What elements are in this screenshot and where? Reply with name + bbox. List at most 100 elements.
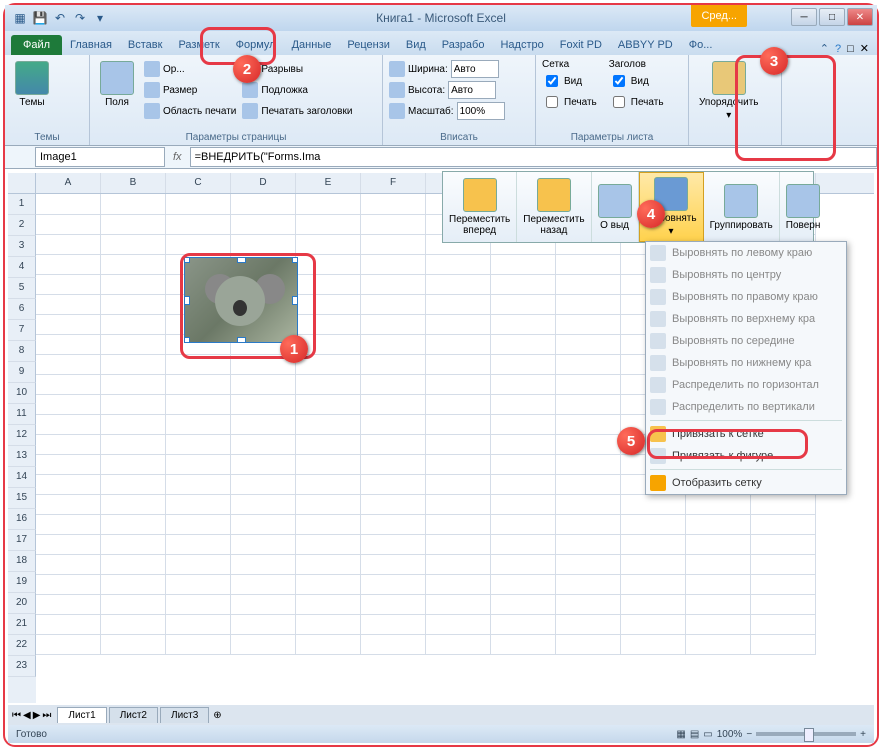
row-header[interactable]: 15 (8, 488, 36, 509)
sheet-tab-3[interactable]: Лист3 (160, 707, 209, 723)
chevron-down-icon: ▾ (669, 226, 674, 237)
sheet-tab-2[interactable]: Лист2 (109, 707, 158, 723)
tab-home[interactable]: Главная (62, 35, 120, 55)
name-box[interactable]: Image1 (35, 147, 165, 167)
width-input[interactable] (451, 60, 499, 78)
headings-view-checkbox[interactable] (613, 75, 625, 87)
doc-close-icon[interactable]: ✕ (860, 42, 869, 55)
sheet-nav-prev-icon[interactable]: ◀ (23, 710, 31, 721)
sheet-nav-next-icon[interactable]: ▶ (33, 710, 41, 721)
row-header[interactable]: 13 (8, 446, 36, 467)
row-header[interactable]: 12 (8, 425, 36, 446)
help-icon[interactable]: ? (835, 43, 841, 55)
tab-insert[interactable]: Вставк (120, 35, 171, 55)
arrange-button[interactable]: Упорядочить ▾ (695, 59, 763, 123)
group-button[interactable]: Группировать (704, 172, 780, 242)
close-button[interactable]: ✕ (847, 8, 873, 26)
minimize-ribbon-icon[interactable]: ⌃ (820, 42, 829, 55)
redo-icon[interactable]: ↷ (71, 9, 89, 27)
row-header[interactable]: 1 (8, 194, 36, 215)
tab-file[interactable]: Файл (11, 35, 62, 55)
row-header[interactable]: 10 (8, 383, 36, 404)
minimize-button[interactable]: ─ (791, 8, 817, 26)
tab-layout[interactable]: Разметк (170, 35, 227, 55)
tab-formulas[interactable]: Формул (228, 35, 284, 55)
grid-print-checkbox[interactable] (546, 96, 558, 108)
selection-pane-button[interactable]: О выд (592, 172, 639, 242)
themes-button[interactable]: Темы (11, 59, 53, 110)
undo-icon[interactable]: ↶ (51, 9, 69, 27)
ribbon-tabs: Файл Главная Вставк Разметк Формул Данны… (5, 31, 877, 55)
zoom-in-icon[interactable]: + (860, 729, 866, 740)
column-header[interactable]: D (231, 173, 296, 193)
save-icon[interactable]: 💾 (31, 9, 49, 27)
sheet-nav-last-icon[interactable]: ⏭ (42, 710, 51, 721)
row-header[interactable]: 23 (8, 656, 36, 677)
rotate-button[interactable]: Поверн (780, 172, 827, 242)
doc-restore-icon[interactable]: □ (847, 43, 854, 55)
view-normal-icon[interactable]: ▦ (676, 729, 685, 740)
row-header[interactable]: 9 (8, 362, 36, 383)
grid-view-checkbox[interactable] (546, 75, 558, 87)
row-header[interactable]: 14 (8, 467, 36, 488)
embedded-image[interactable] (184, 257, 298, 343)
row-header[interactable]: 8 (8, 341, 36, 362)
margins-button[interactable]: Поля (96, 59, 138, 121)
row-header[interactable]: 16 (8, 509, 36, 530)
orientation-button[interactable]: Ор... (144, 59, 236, 79)
fx-icon[interactable]: fx (173, 151, 182, 163)
printtitles-button[interactable]: Печатать заголовки (242, 101, 352, 121)
menu-snap-to-shape[interactable]: Привязать к фигуре (646, 445, 846, 467)
background-button[interactable]: Подложка (242, 80, 352, 100)
row-header[interactable]: 5 (8, 278, 36, 299)
row-header[interactable]: 21 (8, 614, 36, 635)
sheet-tab-1[interactable]: Лист1 (57, 707, 106, 723)
printarea-button[interactable]: Область печати (144, 101, 236, 121)
tab-review[interactable]: Рецензи (339, 35, 398, 55)
select-all-corner[interactable] (8, 173, 36, 194)
send-backward-button[interactable]: Переместить назад (517, 172, 591, 242)
row-header[interactable]: 3 (8, 236, 36, 257)
view-layout-icon[interactable]: ▤ (690, 729, 699, 740)
maximize-button[interactable]: □ (819, 8, 845, 26)
row-header[interactable]: 11 (8, 404, 36, 425)
tab-data[interactable]: Данные (284, 35, 340, 55)
menu-snap-to-grid[interactable]: Привязать к сетке (646, 423, 846, 445)
menu-show-grid[interactable]: Отобразить сетку (646, 472, 846, 494)
formula-input[interactable]: =ВНЕДРИТЬ("Forms.Ima (190, 147, 877, 167)
tab-view[interactable]: Вид (398, 35, 434, 55)
column-header[interactable]: C (166, 173, 231, 193)
column-header[interactable]: F (361, 173, 426, 193)
tab-foxit[interactable]: Foxit PD (552, 35, 610, 55)
tab-format[interactable]: Фо... (681, 35, 721, 55)
size-button[interactable]: Размер (144, 80, 236, 100)
headings-print-checkbox[interactable] (613, 96, 625, 108)
row-header[interactable]: 2 (8, 215, 36, 236)
new-sheet-icon[interactable]: ⊕ (213, 710, 221, 721)
row-header[interactable]: 19 (8, 572, 36, 593)
scale-input[interactable] (457, 102, 505, 120)
tab-addins[interactable]: Надстро (492, 35, 551, 55)
row-header[interactable]: 20 (8, 593, 36, 614)
bring-forward-button[interactable]: Переместить вперед (443, 172, 517, 242)
tab-developer[interactable]: Разрабо (434, 35, 493, 55)
row-header[interactable]: 7 (8, 320, 36, 341)
qat-more-icon[interactable]: ▾ (91, 9, 109, 27)
column-header[interactable]: B (101, 173, 166, 193)
tab-abbyy[interactable]: ABBYY PD (610, 35, 681, 55)
row-header[interactable]: 22 (8, 635, 36, 656)
zoom-out-icon[interactable]: − (746, 729, 752, 740)
contextual-tab[interactable]: Сред... (691, 5, 747, 27)
margins-icon (100, 61, 134, 95)
row-header[interactable]: 17 (8, 530, 36, 551)
zoom-level[interactable]: 100% (717, 729, 743, 740)
row-header[interactable]: 4 (8, 257, 36, 278)
column-header[interactable]: A (36, 173, 101, 193)
row-header[interactable]: 6 (8, 299, 36, 320)
sheet-nav-first-icon[interactable]: ⏮ (12, 710, 21, 721)
column-header[interactable]: E (296, 173, 361, 193)
view-pagebreak-icon[interactable]: ▭ (703, 729, 712, 740)
row-header[interactable]: 18 (8, 551, 36, 572)
zoom-slider[interactable] (756, 732, 856, 736)
height-input[interactable] (448, 81, 496, 99)
